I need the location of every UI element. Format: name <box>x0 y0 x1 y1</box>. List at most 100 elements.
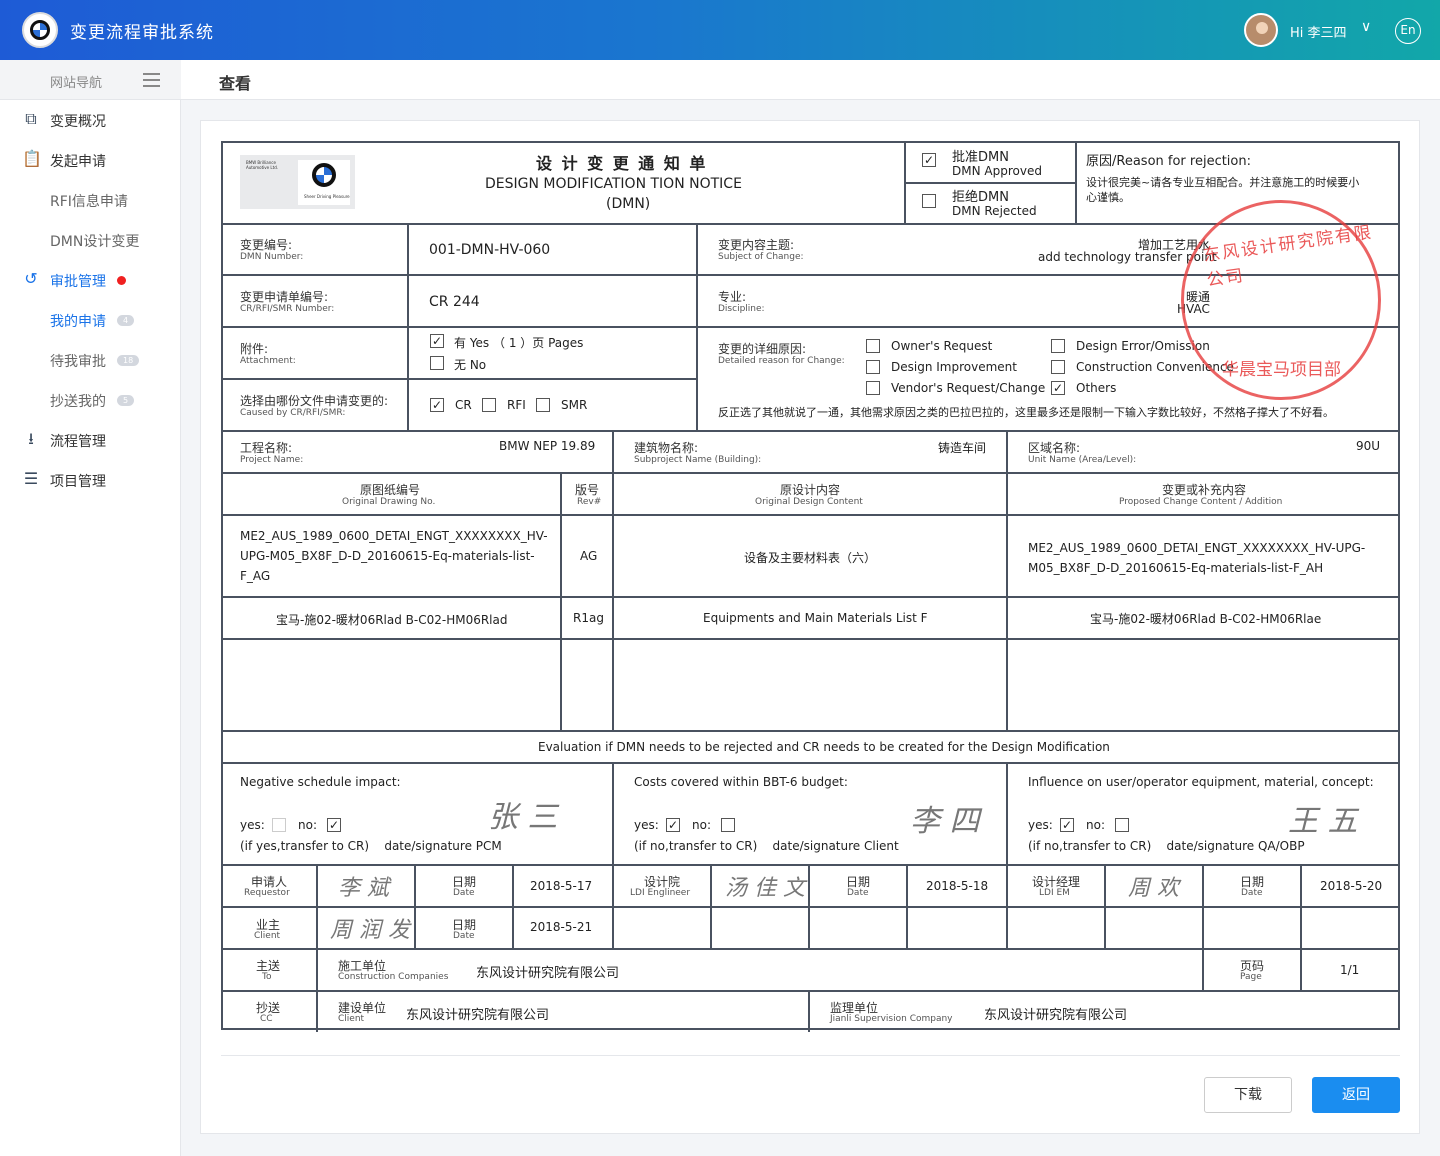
sidebar-item-dmn[interactable]: DMN设计变更 <box>0 220 181 260</box>
doc-title-cn: 设 计 变 更 通 知 单 <box>536 154 708 173</box>
sidebar: 网站导航 ⧉ 变更概况 📋 发起申请 RFI信息申请 DMN设计变更 ↺ 审批管… <box>0 60 181 1156</box>
date-label-en: Date <box>847 888 869 898</box>
ldi-date: 2018-5-18 <box>926 879 989 893</box>
table-row-2-rev: R1ag <box>573 611 604 625</box>
count-badge: 18 <box>117 355 140 366</box>
smr-checkbox[interactable] <box>536 398 550 412</box>
rejection-reason-label: 原因/Reason for rejection: <box>1086 154 1251 169</box>
list-icon: ☰ <box>23 469 39 488</box>
subject-label: 变更内容主题: <box>718 238 795 252</box>
back-button[interactable]: 返回 <box>1312 1077 1400 1113</box>
rejected-label-en: DMN Rejected <box>952 204 1037 218</box>
attachment-yes-label: 有 Yes （ 1 ）页 Pages <box>454 336 584 350</box>
sidebar-item-pending[interactable]: 待我审批 18 <box>0 340 181 380</box>
eval-influence-yes-label: yes: <box>1028 818 1053 832</box>
construction-company-value: 东风设计研究院有限公司 <box>476 966 620 981</box>
brand-logos: BMW Brilliance Automotive Ltd. Sheer Dri… <box>240 155 355 209</box>
design-improvement-checkbox[interactable] <box>866 360 880 374</box>
col-proposed-header: 变更或补充内容 <box>1162 483 1247 497</box>
client-signature: 周 润 发 <box>330 918 410 943</box>
others-checkbox[interactable]: ✓ <box>1051 381 1065 395</box>
design-error-checkbox[interactable] <box>1051 339 1065 353</box>
sidebar-item-label: 抄送我的 <box>50 394 106 410</box>
notification-dot <box>117 276 126 285</box>
construction-convenience-checkbox[interactable] <box>1051 360 1065 374</box>
page-title: 查看 <box>219 74 252 93</box>
project-name-value: BMW NEP 19.89 <box>499 439 596 453</box>
user-greeting[interactable]: Hi 李三四 <box>1290 22 1347 41</box>
eval-budget-yes-label: yes: <box>634 818 659 832</box>
attachment-no-label: 无 No <box>454 358 487 372</box>
building-label: 建筑物名称: <box>634 441 699 455</box>
eval-budget-no-checkbox[interactable] <box>721 818 735 832</box>
attachment-yes-checkbox[interactable]: ✓ <box>430 334 444 348</box>
count-badge: 5 <box>117 395 135 406</box>
eval-schedule-title: Negative schedule impact: <box>240 775 401 789</box>
rfi-checkbox[interactable] <box>482 398 496 412</box>
ldi-label-en: LDI Englineer <box>630 888 691 898</box>
sidebar-item-rfi[interactable]: RFI信息申请 <box>0 180 181 220</box>
cr-checkbox[interactable]: ✓ <box>430 398 444 412</box>
client-date: 2018-5-21 <box>530 920 593 934</box>
vendor-request-checkbox[interactable] <box>866 381 880 395</box>
sidebar-item-project[interactable]: ☰ 项目管理 <box>0 460 181 500</box>
building-label-en: Subproject Name (Building): <box>634 455 762 465</box>
col-proposed-header-en: Proposed Change Content / Addition <box>1119 497 1283 507</box>
col-drawing-header: 原图纸编号 <box>360 483 421 497</box>
brand-tagline: Sheer Driving Pleasure <box>304 194 350 199</box>
vendor-request-label: Vendor's Request/Change <box>891 381 1046 395</box>
owners-request-checkbox[interactable] <box>866 339 880 353</box>
sidebar-item-cc[interactable]: 抄送我的 5 <box>0 380 181 420</box>
table-row-1-drawing-line2: UPG-M05_BX8F_D-D_20160615-Eq-materials-l… <box>240 549 535 563</box>
eval-schedule-no-checkbox[interactable]: ✓ <box>327 818 341 832</box>
app-title: 变更流程审批系统 <box>70 23 214 43</box>
project-name-label-en: Project Name: <box>240 455 304 465</box>
sidebar-item-my-requests[interactable]: 我的申请 4 <box>0 300 181 340</box>
language-toggle[interactable]: En <box>1395 18 1421 44</box>
table-row-1-original: 设备及主要材料表（六） <box>744 551 877 565</box>
dmn-number-value: 001-DMN-HV-060 <box>429 242 551 258</box>
eval-schedule-yes-label: yes: <box>240 818 265 832</box>
signature-qa: 王 五 <box>1288 804 1358 839</box>
eval-budget-title: Costs covered within BBT-6 budget: <box>634 775 848 789</box>
avatar[interactable] <box>1244 13 1278 47</box>
build-unit-label-en: Client <box>338 1014 365 1024</box>
table-row-1-drawing-line3: F_AG <box>240 569 271 583</box>
overview-icon: ⧉ <box>25 109 37 128</box>
eval-influence-yes-checkbox[interactable]: ✓ <box>1060 818 1074 832</box>
rejected-checkbox[interactable] <box>922 194 936 208</box>
doc-title-abbr: (DMN) <box>606 196 651 212</box>
company-stamp: 东风设计研究院有限公司 华晨宝马项目部 <box>1181 200 1381 400</box>
dmn-number-label-en: DMN Number: <box>240 252 304 262</box>
sidebar-nav-label: 网站导航 <box>50 76 103 91</box>
eval-schedule-no-label: no: <box>298 818 317 832</box>
table-row-2-drawing: 宝马-施02-暖材06Rlad B-C02-HM06Rlad <box>276 613 508 627</box>
download-button[interactable]: 下载 <box>1204 1077 1292 1113</box>
sidebar-nav-header: 网站导航 <box>0 60 181 100</box>
approved-checkbox[interactable]: ✓ <box>922 153 936 167</box>
discipline-label: 专业: <box>718 290 747 304</box>
sidebar-item-label: 我的申请 <box>50 314 106 330</box>
eval-influence-no-label: no: <box>1086 818 1105 832</box>
eval-budget-yes-checkbox[interactable]: ✓ <box>666 818 680 832</box>
sidebar-item-apply[interactable]: 📋 发起申请 <box>0 140 181 180</box>
col-rev-header: 版号 <box>575 483 600 497</box>
rejected-label: 拒绝DMN <box>952 190 1009 205</box>
bmw-logo <box>22 12 58 48</box>
sidebar-item-process[interactable]: ⭳ 流程管理 <box>0 420 181 460</box>
rfi-label: RFI <box>507 398 526 412</box>
chevron-down-icon[interactable]: ∨ <box>1361 19 1371 35</box>
eval-schedule-yes-checkbox[interactable] <box>272 818 286 832</box>
brand-text: BMW Brilliance Automotive Ltd. <box>246 160 279 170</box>
menu-toggle-icon[interactable] <box>143 73 160 87</box>
stamp-text-top: 东风设计研究院有限公司 <box>1202 222 1375 291</box>
history-icon: ↺ <box>24 269 38 288</box>
sidebar-item-approval[interactable]: ↺ 审批管理 <box>0 260 181 300</box>
project-name-label: 工程名称: <box>240 441 293 455</box>
sidebar-item-overview[interactable]: ⧉ 变更概况 <box>0 100 181 140</box>
col-original-header: 原设计内容 <box>780 483 841 497</box>
attachment-no-checkbox[interactable] <box>430 356 444 370</box>
eval-influence-no-checkbox[interactable] <box>1115 818 1129 832</box>
sidebar-item-label: 发起申请 <box>50 154 106 170</box>
em-date: 2018-5-20 <box>1320 879 1383 893</box>
